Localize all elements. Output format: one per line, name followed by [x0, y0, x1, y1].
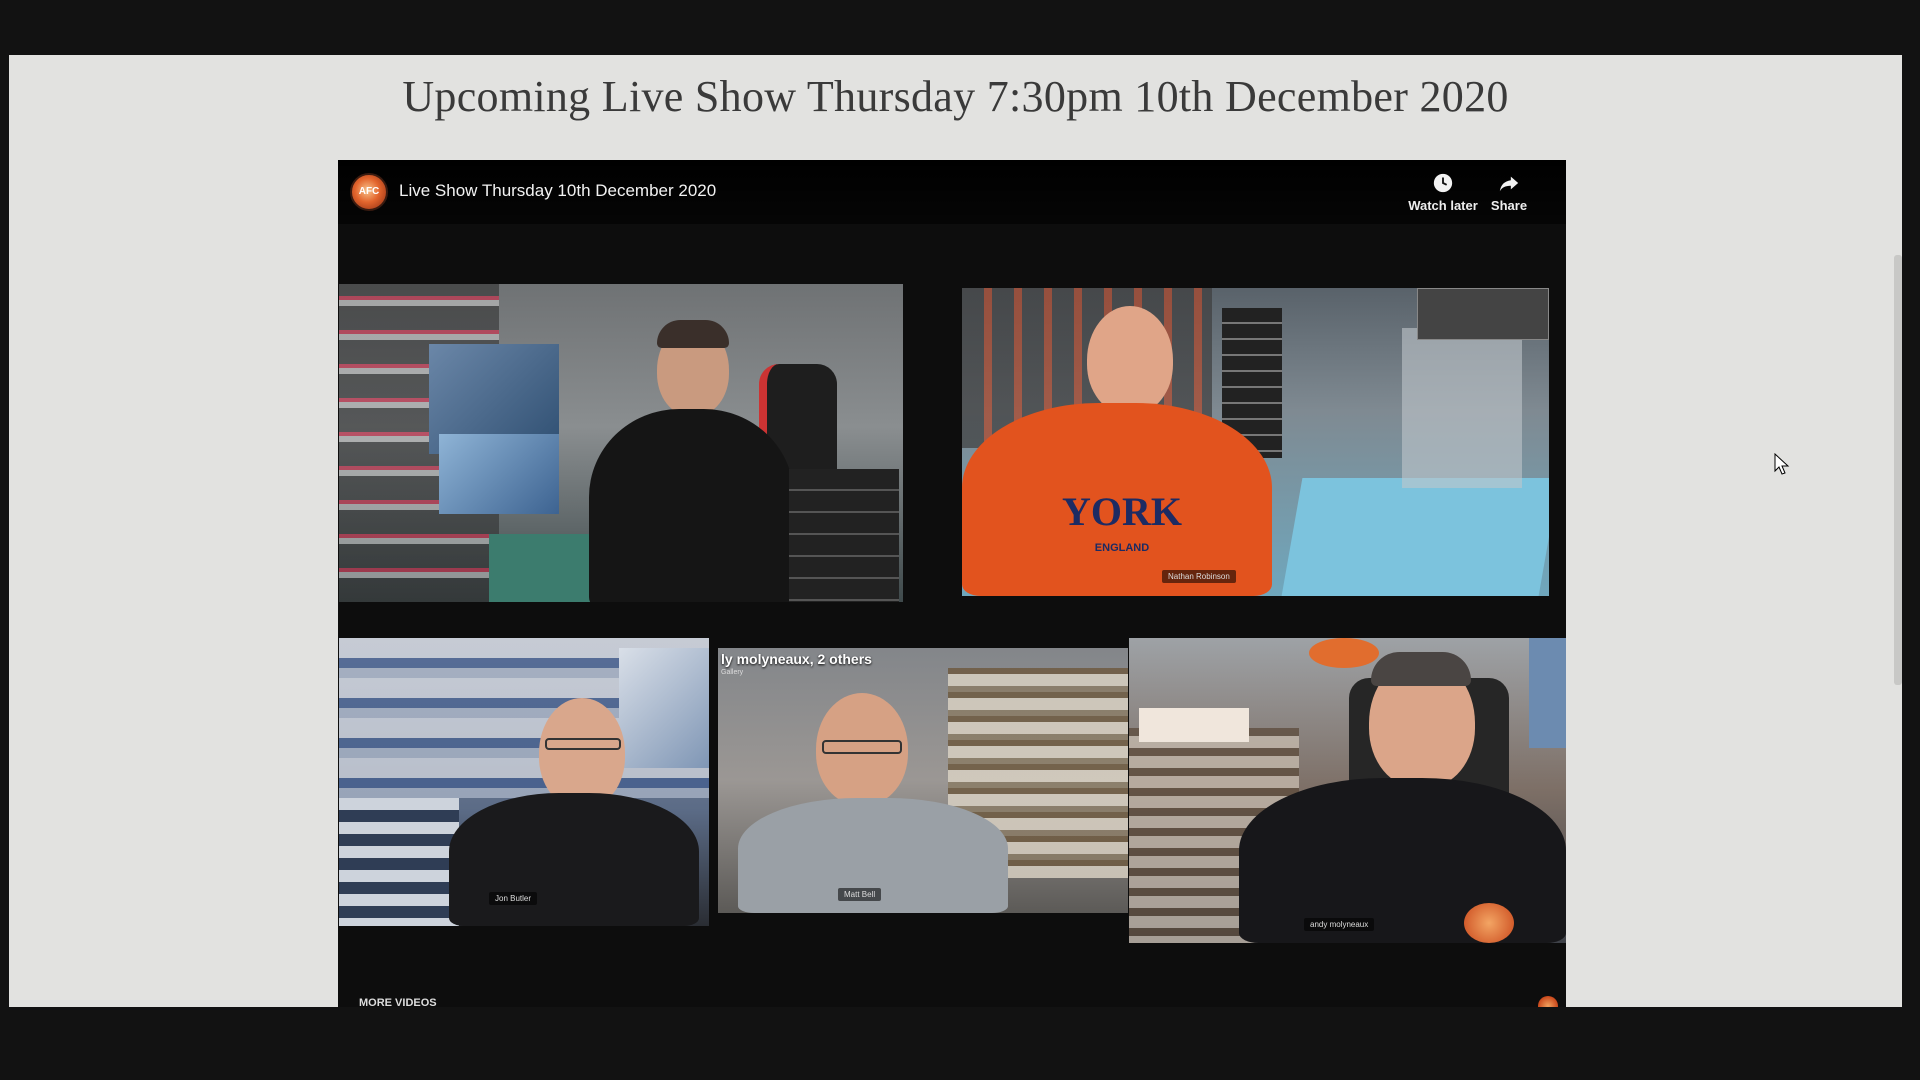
- page-title: Upcoming Live Show Thursday 7:30pm 10th …: [402, 72, 1509, 121]
- share-button[interactable]: Share: [1484, 172, 1534, 213]
- gallery-caption: ly molyneaux, 2 others: [721, 651, 872, 667]
- web-page: Upcoming Live Show Thursday 7:30pm 10th …: [9, 55, 1902, 1007]
- participant-name-tag: Matt Bell: [838, 888, 882, 901]
- video-tile-host: [339, 284, 903, 602]
- share-label: Share: [1490, 198, 1528, 213]
- more-videos-label[interactable]: MORE VIDEOS: [359, 997, 437, 1007]
- mouse-cursor-icon: [1774, 453, 1790, 475]
- shirt-text: YORK: [1062, 489, 1182, 534]
- watch-later-button[interactable]: Watch later: [1405, 172, 1481, 213]
- shirt-subtext: ENGLAND: [1094, 542, 1150, 554]
- clock-icon: [1433, 173, 1453, 193]
- video-tile-nathan: YORK ENGLAND Nathan Robinson: [962, 288, 1549, 596]
- video-tile-andy: andy molyneaux: [1129, 638, 1566, 943]
- participant-name-tag: andy molyneaux: [1304, 918, 1375, 931]
- channel-logo[interactable]: AFC: [350, 173, 388, 211]
- share-arrow-icon: [1499, 176, 1519, 192]
- channel-watermark[interactable]: [1538, 996, 1558, 1007]
- video-tile-jon: Jon Butler: [339, 638, 709, 926]
- participant-name-tag: Nathan Robinson: [1162, 570, 1236, 583]
- watch-later-label: Watch later: [1408, 198, 1478, 213]
- page-scrollbar[interactable]: [1894, 255, 1902, 685]
- video-title-link[interactable]: Live Show Thursday 10th December 2020: [399, 181, 716, 201]
- gallery-subcaption: Gallery: [721, 669, 744, 676]
- embedded-video-player[interactable]: YORK ENGLAND Nathan Robinson Jon Butler …: [338, 160, 1566, 1007]
- video-tile-matt: Matt Bell: [718, 648, 1128, 913]
- participant-name-tag: Jon Butler: [489, 892, 538, 905]
- player-top-bar: AFC Live Show Thursday 10th December 202…: [338, 160, 1566, 224]
